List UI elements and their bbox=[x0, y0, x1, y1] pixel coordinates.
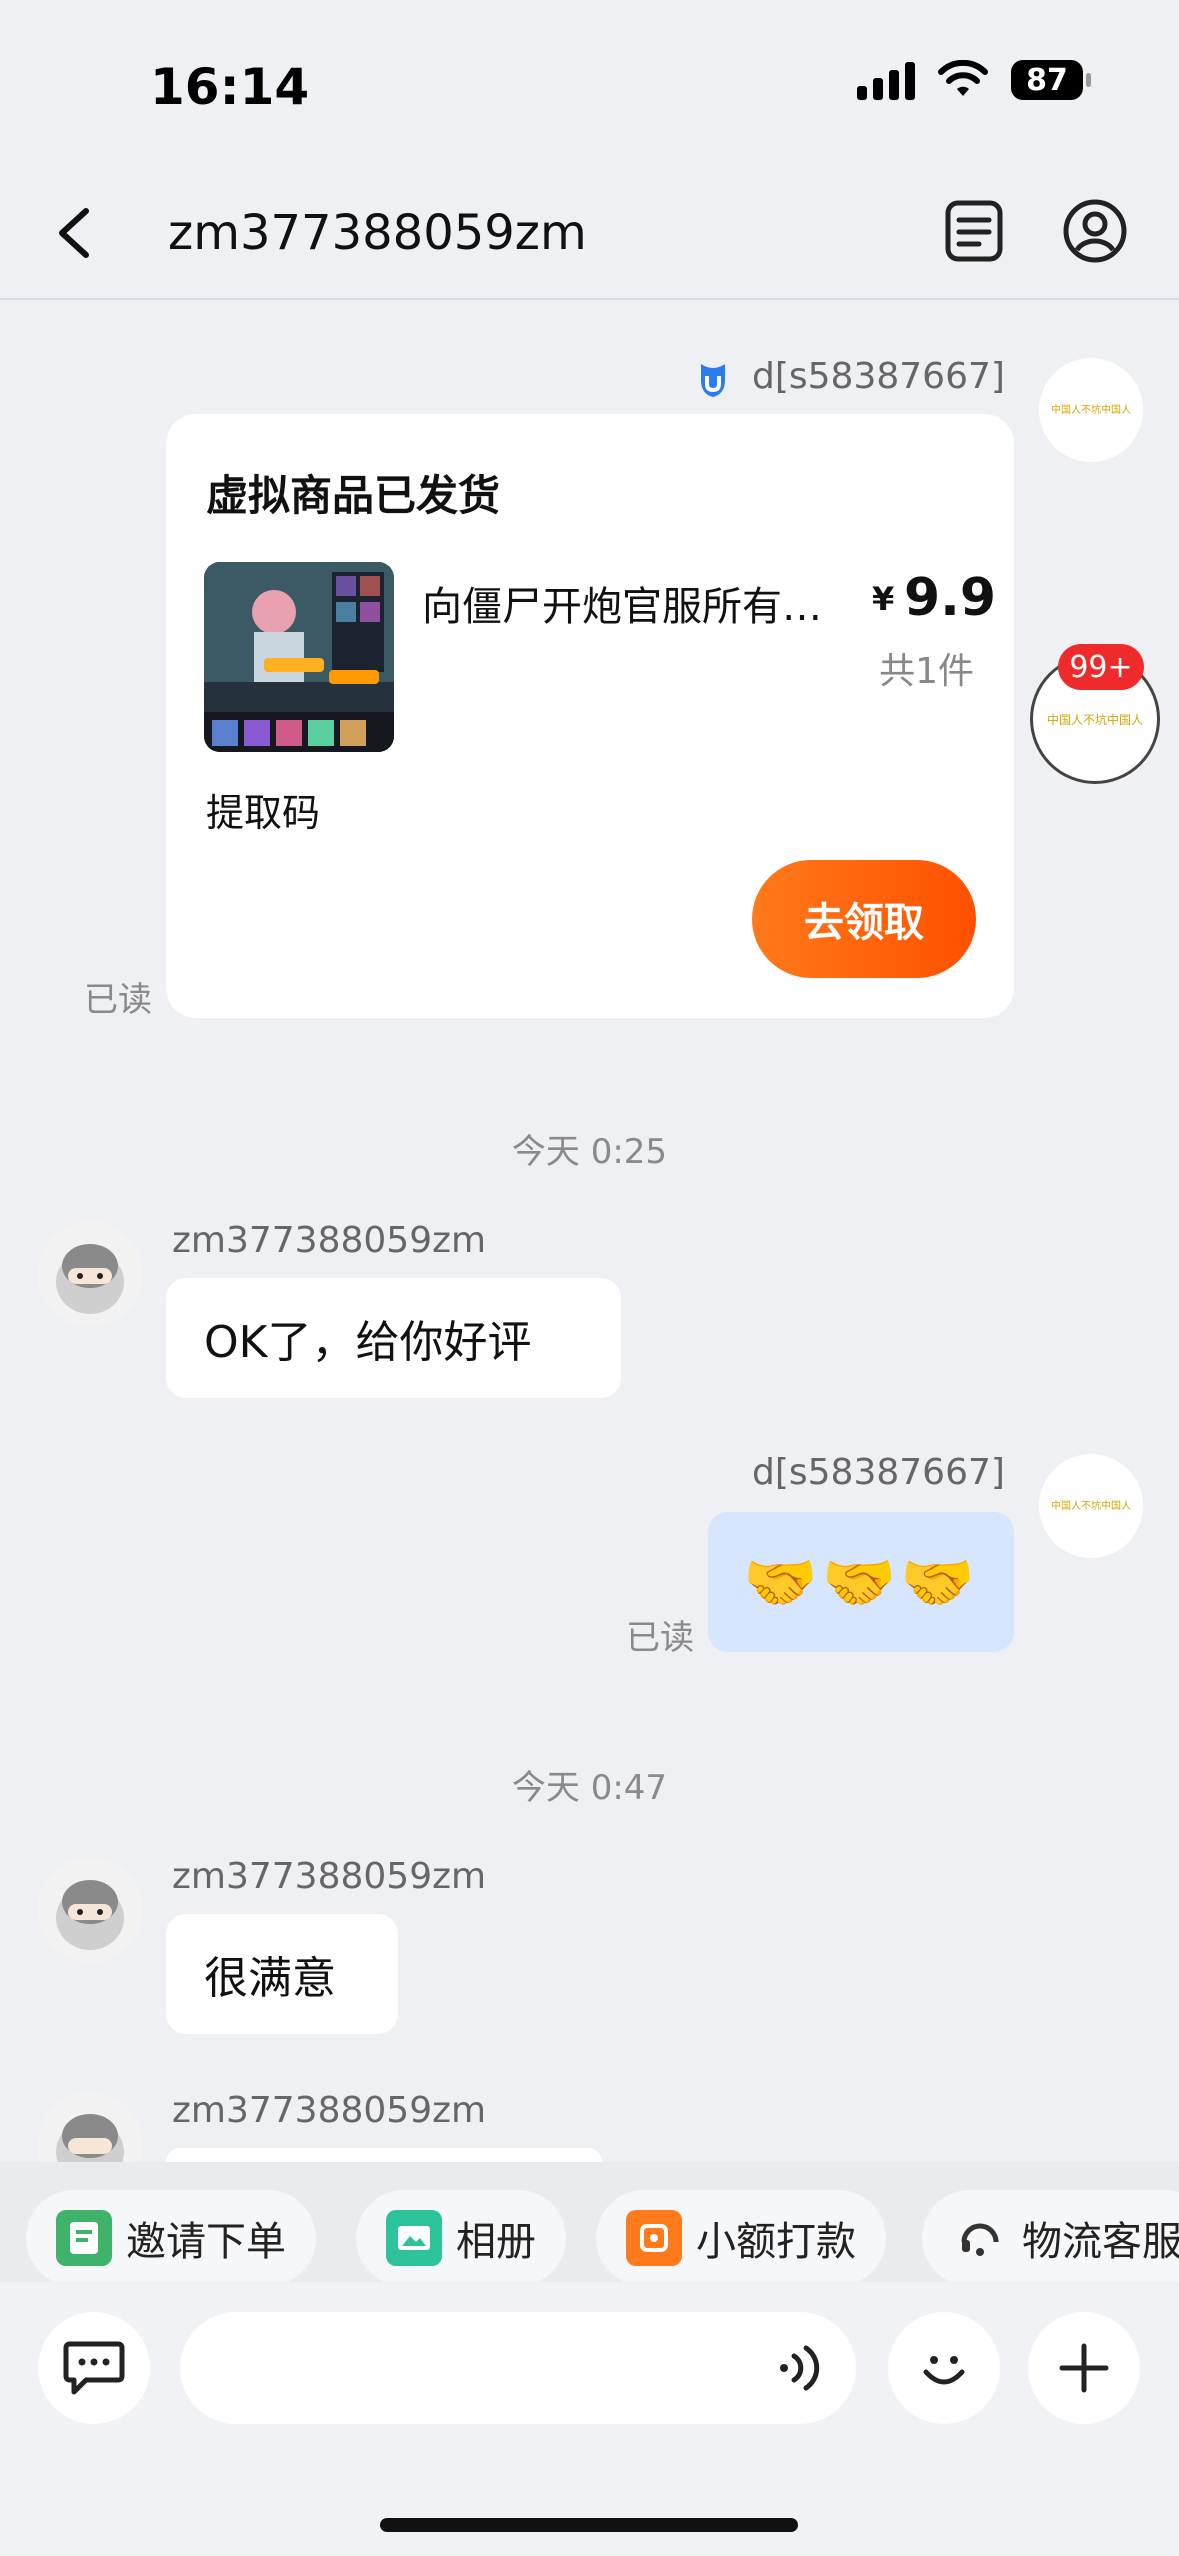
price-currency: ¥ bbox=[872, 580, 895, 618]
card-title: 虚拟商品已发货 bbox=[206, 471, 501, 520]
own-message-bubble[interactable]: 🤝🤝🤝 bbox=[708, 1512, 1014, 1652]
peer-message-bubble[interactable]: OK了，给你好评 bbox=[166, 1278, 621, 1398]
order-list-icon[interactable] bbox=[943, 198, 1005, 264]
more-button[interactable] bbox=[1028, 2312, 1140, 2424]
peer-avatar[interactable] bbox=[38, 2092, 142, 2162]
quick-action-small-payment[interactable]: 小额打款 bbox=[596, 2190, 886, 2286]
time-divider: 今天 0:25 bbox=[511, 1132, 668, 1172]
own-avatar-text: 中国人不坑中国人 bbox=[1051, 1500, 1131, 1512]
emoji-button[interactable] bbox=[888, 2312, 1000, 2424]
shipment-card[interactable]: 虚拟商品已发货 向僵尸开炮官服所有兑换码 ¥ 9.9 共1件 提取码 去领取 bbox=[166, 414, 1014, 1018]
quick-action-label: 物流客服 bbox=[1022, 2219, 1179, 2265]
quick-action-label: 邀请下单 bbox=[126, 2219, 286, 2265]
peer-avatar[interactable] bbox=[38, 1222, 142, 1326]
pickup-code-label: 提取码 bbox=[206, 791, 321, 835]
peer-name-label: zm377388059zm bbox=[172, 2090, 487, 2131]
profile-icon[interactable] bbox=[1062, 198, 1128, 264]
claim-button[interactable]: 去领取 bbox=[752, 860, 976, 978]
own-avatar[interactable]: 中国人不坑中国人 bbox=[1039, 1454, 1143, 1558]
read-status: 已读 bbox=[84, 980, 152, 1020]
time-divider: 今天 0:47 bbox=[511, 1768, 668, 1808]
invite-order-icon bbox=[56, 2210, 112, 2266]
headset-icon bbox=[952, 2210, 1008, 2266]
floating-avatar-text: 中国人不坑中国人 bbox=[1046, 712, 1143, 727]
quick-action-label: 小额打款 bbox=[696, 2219, 856, 2265]
peer-name-label: zm377388059zm bbox=[172, 1220, 487, 1261]
payment-icon bbox=[626, 2210, 682, 2266]
price-value: 9.9 bbox=[904, 568, 997, 628]
status-icons: 87 bbox=[857, 60, 1091, 100]
peer-message-bubble[interactable]: 很满意 bbox=[166, 1914, 398, 2034]
unread-badge: 99+ bbox=[1058, 644, 1144, 690]
message-input[interactable] bbox=[180, 2312, 856, 2424]
chat-bubble-icon bbox=[63, 2341, 125, 2395]
wifi-icon bbox=[938, 60, 988, 96]
own-name-label: d[s58387667] bbox=[752, 356, 1005, 397]
quantity-label: 共1件 bbox=[879, 651, 974, 692]
input-bar bbox=[0, 2282, 1179, 2556]
peer-avatar[interactable] bbox=[38, 1858, 142, 1962]
product-thumbnail bbox=[204, 562, 394, 752]
signal-icon bbox=[857, 60, 915, 100]
album-icon bbox=[386, 2210, 442, 2266]
quick-action-invite-order[interactable]: 邀请下单 bbox=[26, 2190, 316, 2286]
own-avatar-text: 中国人不坑中国人 bbox=[1051, 404, 1131, 416]
status-time: 16:14 bbox=[150, 58, 310, 116]
peer-name-label: zm377388059zm bbox=[172, 1856, 487, 1897]
home-indicator bbox=[380, 2518, 798, 2532]
read-status: 已读 bbox=[626, 1618, 694, 1658]
peer-message-bubble[interactable] bbox=[166, 2148, 602, 2162]
smiley-icon bbox=[923, 2356, 965, 2385]
voice-icon[interactable] bbox=[776, 2340, 826, 2396]
quick-action-album[interactable]: 相册 bbox=[356, 2190, 566, 2286]
quick-action-logistics-support[interactable]: 物流客服 bbox=[922, 2190, 1179, 2286]
shield-badge-icon bbox=[701, 364, 725, 397]
chat-title: zm377388059zm bbox=[168, 205, 587, 261]
battery-icon: 87 bbox=[1011, 60, 1091, 100]
plus-icon bbox=[1059, 2343, 1109, 2393]
quick-actions-bar: 邀请下单 相册 小额打款 物流客服 bbox=[0, 2162, 1179, 2286]
own-name-label: d[s58387667] bbox=[752, 1452, 1005, 1493]
quick-action-label: 相册 bbox=[456, 2219, 536, 2265]
nav-bar: zm377388059zm bbox=[0, 160, 1179, 300]
message-mode-button[interactable] bbox=[38, 2312, 150, 2424]
back-icon[interactable] bbox=[50, 205, 100, 261]
own-avatar[interactable]: 中国人不坑中国人 bbox=[1039, 358, 1143, 462]
product-name: 向僵尸开炮官服所有兑换码 bbox=[422, 584, 852, 630]
